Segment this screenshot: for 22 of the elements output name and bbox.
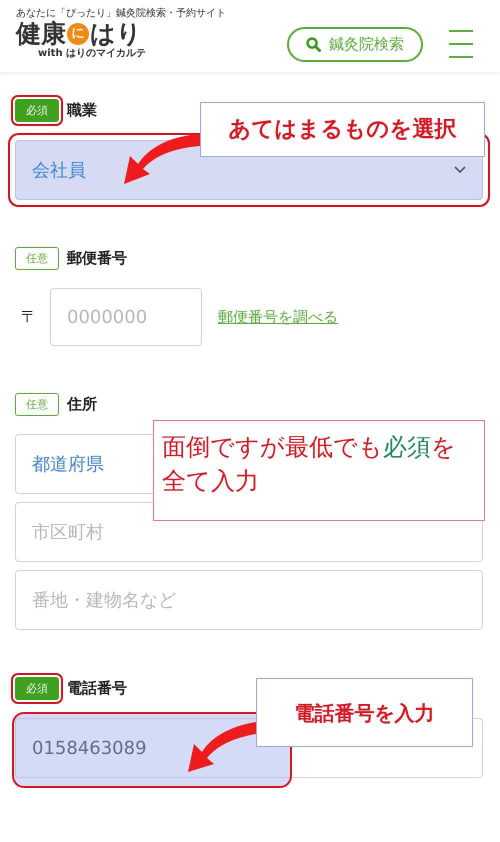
- chevron-down-icon: [454, 166, 466, 174]
- logo-mark: に: [67, 22, 89, 44]
- optional-tag: 任意: [15, 393, 59, 416]
- callout-tooltip: 面倒ですが最低でも 必須を全て入力: [153, 420, 485, 521]
- logo-subtitle: with はりのマイカルテ: [37, 47, 148, 61]
- field-label: 職業: [67, 100, 97, 122]
- optional-tag: 任意: [15, 247, 59, 270]
- postal-mark: 〒: [20, 306, 38, 328]
- menu-icon[interactable]: [449, 30, 473, 58]
- callout-tooltip: 電話番号を入力: [256, 678, 473, 747]
- input-field[interactable]: 番地・建物名など: [15, 570, 483, 630]
- search-icon: [306, 37, 321, 52]
- logo-text[interactable]: 健康: [16, 21, 66, 46]
- postal-code-field[interactable]: 0000000: [50, 288, 202, 346]
- field-label: 郵便番号: [67, 248, 127, 270]
- field-label: 住所: [67, 394, 97, 416]
- site-tagline: あなたに「ぴったり」鍼灸院検索・予約サイト: [16, 6, 227, 20]
- callout-tooltip: あてはまるものを選択: [200, 102, 485, 157]
- logo-text[interactable]: はり: [90, 21, 142, 46]
- field-label: 電話番号: [67, 678, 127, 700]
- search-button[interactable]: 鍼灸院検索: [287, 27, 423, 62]
- postal-lookup-link[interactable]: 郵便番号を調べる: [218, 306, 338, 328]
